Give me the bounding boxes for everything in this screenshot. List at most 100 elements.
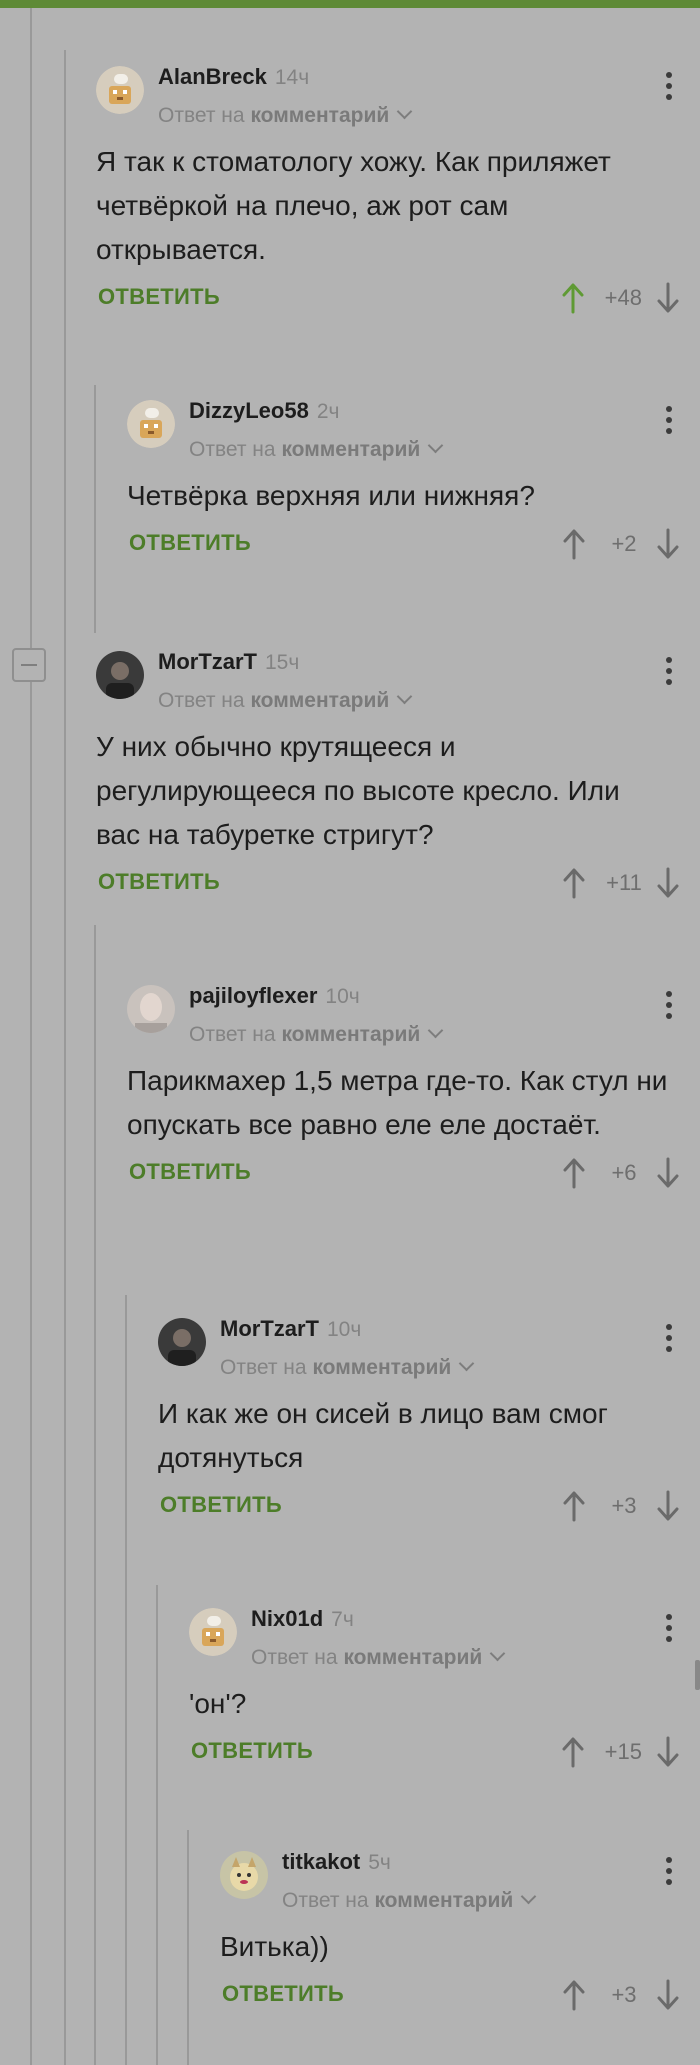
vote-controls: +3 bbox=[562, 1486, 680, 1526]
reply-button[interactable]: ОТВЕТИТЬ bbox=[129, 1159, 251, 1185]
reply-button[interactable]: ОТВЕТИТЬ bbox=[129, 530, 251, 556]
reply-to-link[interactable]: Ответ на комментарий bbox=[220, 1355, 475, 1380]
thread-line[interactable] bbox=[30, 8, 32, 648]
comment-header: MorTzarT 10ч Ответ на комментарий bbox=[158, 1310, 700, 1392]
upvote-arrow-icon[interactable] bbox=[562, 1157, 586, 1189]
downvote-arrow-icon[interactable] bbox=[656, 1736, 680, 1768]
reply-button[interactable]: ОТВЕТИТЬ bbox=[98, 284, 220, 310]
reply-to-target[interactable]: комментарий bbox=[312, 1356, 451, 1379]
chevron-down-icon[interactable] bbox=[396, 103, 413, 120]
reply-button[interactable]: ОТВЕТИТЬ bbox=[191, 1738, 313, 1764]
comment-text: Парикмахер 1,5 метра где-то. Как стул ни… bbox=[127, 1065, 668, 1140]
author-label[interactable]: titkakot bbox=[282, 1849, 360, 1874]
comment-header: AlanBreck 14ч Ответ на комментарий bbox=[96, 58, 700, 140]
downvote-arrow-icon[interactable] bbox=[656, 1979, 680, 2011]
upvote-arrow-icon[interactable] bbox=[561, 1736, 585, 1768]
comment-actions: ОТВЕТИТЬ +3 bbox=[158, 1480, 700, 1540]
chevron-down-icon[interactable] bbox=[396, 688, 413, 705]
reply-to-prefix: Ответ на bbox=[158, 104, 245, 127]
chevron-down-icon[interactable] bbox=[427, 1022, 444, 1039]
downvote-arrow-icon[interactable] bbox=[656, 1157, 680, 1189]
reply-to-link[interactable]: Ответ на комментарий bbox=[251, 1645, 506, 1670]
upvote-arrow-icon[interactable] bbox=[562, 867, 586, 899]
more-options-icon[interactable] bbox=[666, 1614, 672, 1647]
reply-button[interactable]: ОТВЕТИТЬ bbox=[160, 1492, 282, 1518]
upvote-arrow-icon[interactable] bbox=[562, 528, 586, 560]
avatar[interactable] bbox=[96, 66, 144, 114]
thread-line[interactable] bbox=[187, 1830, 189, 2065]
avatar[interactable] bbox=[127, 400, 175, 448]
comment-score: +11 bbox=[606, 870, 642, 895]
more-options-icon[interactable] bbox=[666, 1857, 672, 1890]
reply-to-prefix: Ответ на bbox=[189, 438, 276, 461]
downvote-arrow-icon[interactable] bbox=[656, 282, 680, 314]
author-name[interactable]: DizzyLeo58 2ч bbox=[189, 398, 339, 424]
reply-to-link[interactable]: Ответ на комментарий bbox=[282, 1888, 537, 1913]
thread-line[interactable] bbox=[30, 682, 32, 2065]
avatar[interactable] bbox=[127, 985, 175, 1033]
more-options-icon[interactable] bbox=[666, 991, 672, 1024]
reply-to-target[interactable]: комментарий bbox=[250, 104, 389, 127]
top-accent-bar bbox=[0, 0, 700, 8]
comment-actions: ОТВЕТИТЬ +11 bbox=[96, 857, 700, 917]
upvote-arrow-icon[interactable] bbox=[561, 282, 585, 314]
reply-to-target[interactable]: комментарий bbox=[281, 1023, 420, 1046]
comment-score: +3 bbox=[611, 1982, 637, 2007]
author-name[interactable]: MorTzarT 15ч bbox=[158, 649, 299, 675]
author-name[interactable]: MorTzarT 10ч bbox=[220, 1316, 361, 1342]
more-options-icon[interactable] bbox=[666, 1324, 672, 1357]
author-label[interactable]: MorTzarT bbox=[158, 649, 257, 674]
reply-to-link[interactable]: Ответ на комментарий bbox=[158, 103, 413, 128]
reply-to-prefix: Ответ на bbox=[220, 1356, 307, 1379]
author-name[interactable]: pajiloyflexer 10ч bbox=[189, 983, 360, 1009]
more-options-icon[interactable] bbox=[666, 657, 672, 690]
author-label[interactable]: pajiloyflexer bbox=[189, 983, 317, 1008]
collapse-thread-button[interactable] bbox=[12, 648, 46, 682]
author-label[interactable]: MorTzarT bbox=[220, 1316, 319, 1341]
author-name[interactable]: Nix01d 7ч bbox=[251, 1606, 354, 1632]
avatar[interactable] bbox=[158, 1318, 206, 1366]
vote-controls: +48 bbox=[561, 278, 680, 318]
author-name[interactable]: AlanBreck 14ч bbox=[158, 64, 309, 90]
comment-time: 14ч bbox=[274, 66, 310, 89]
thread-line[interactable] bbox=[156, 1585, 158, 2065]
upvote-arrow-icon[interactable] bbox=[562, 1979, 586, 2011]
author-label[interactable]: DizzyLeo58 bbox=[189, 398, 309, 423]
reply-button[interactable]: ОТВЕТИТЬ bbox=[98, 869, 220, 895]
chevron-down-icon[interactable] bbox=[427, 437, 444, 454]
downvote-arrow-icon[interactable] bbox=[656, 1490, 680, 1522]
scrollbar-thumb[interactable] bbox=[695, 1660, 700, 1690]
thread-line[interactable] bbox=[64, 50, 66, 2065]
reply-to-link[interactable]: Ответ на комментарий bbox=[158, 688, 413, 713]
thread-line[interactable] bbox=[125, 1295, 127, 2065]
comment-actions: ОТВЕТИТЬ +48 bbox=[96, 272, 700, 332]
comment: MorTzarT 10ч Ответ на комментарий И как же … bbox=[158, 1310, 700, 1540]
comment-actions: ОТВЕТИТЬ +15 bbox=[189, 1726, 700, 1786]
downvote-arrow-icon[interactable] bbox=[656, 867, 680, 899]
avatar[interactable] bbox=[96, 651, 144, 699]
reply-to-target[interactable]: комментарий bbox=[343, 1646, 482, 1669]
author-label[interactable]: Nix01d bbox=[251, 1606, 323, 1631]
more-options-icon[interactable] bbox=[666, 406, 672, 439]
reply-to-link[interactable]: Ответ на комментарий bbox=[189, 437, 444, 462]
reply-to-target[interactable]: комментарий bbox=[281, 438, 420, 461]
comment-header: Nix01d 7ч Ответ на комментарий bbox=[189, 1600, 700, 1682]
comment-header: MorTzarT 15ч Ответ на комментарий bbox=[96, 643, 700, 725]
more-options-icon[interactable] bbox=[666, 72, 672, 105]
chevron-down-icon[interactable] bbox=[520, 1888, 537, 1905]
avatar[interactable] bbox=[189, 1608, 237, 1656]
chevron-down-icon[interactable] bbox=[458, 1355, 475, 1372]
author-label[interactable]: AlanBreck bbox=[158, 64, 267, 89]
downvote-arrow-icon[interactable] bbox=[656, 528, 680, 560]
chevron-down-icon[interactable] bbox=[489, 1645, 506, 1662]
upvote-arrow-icon[interactable] bbox=[562, 1490, 586, 1522]
thread-line[interactable] bbox=[94, 925, 96, 2065]
avatar[interactable] bbox=[220, 1851, 268, 1899]
reply-button[interactable]: ОТВЕТИТЬ bbox=[222, 1981, 344, 2007]
thread-line[interactable] bbox=[94, 385, 96, 633]
reply-to-target[interactable]: комментарий bbox=[250, 689, 389, 712]
author-name[interactable]: titkakot 5ч bbox=[282, 1849, 391, 1875]
reply-to-target[interactable]: комментарий bbox=[374, 1889, 513, 1912]
reply-to-prefix: Ответ на bbox=[158, 689, 245, 712]
reply-to-link[interactable]: Ответ на комментарий bbox=[189, 1022, 444, 1047]
